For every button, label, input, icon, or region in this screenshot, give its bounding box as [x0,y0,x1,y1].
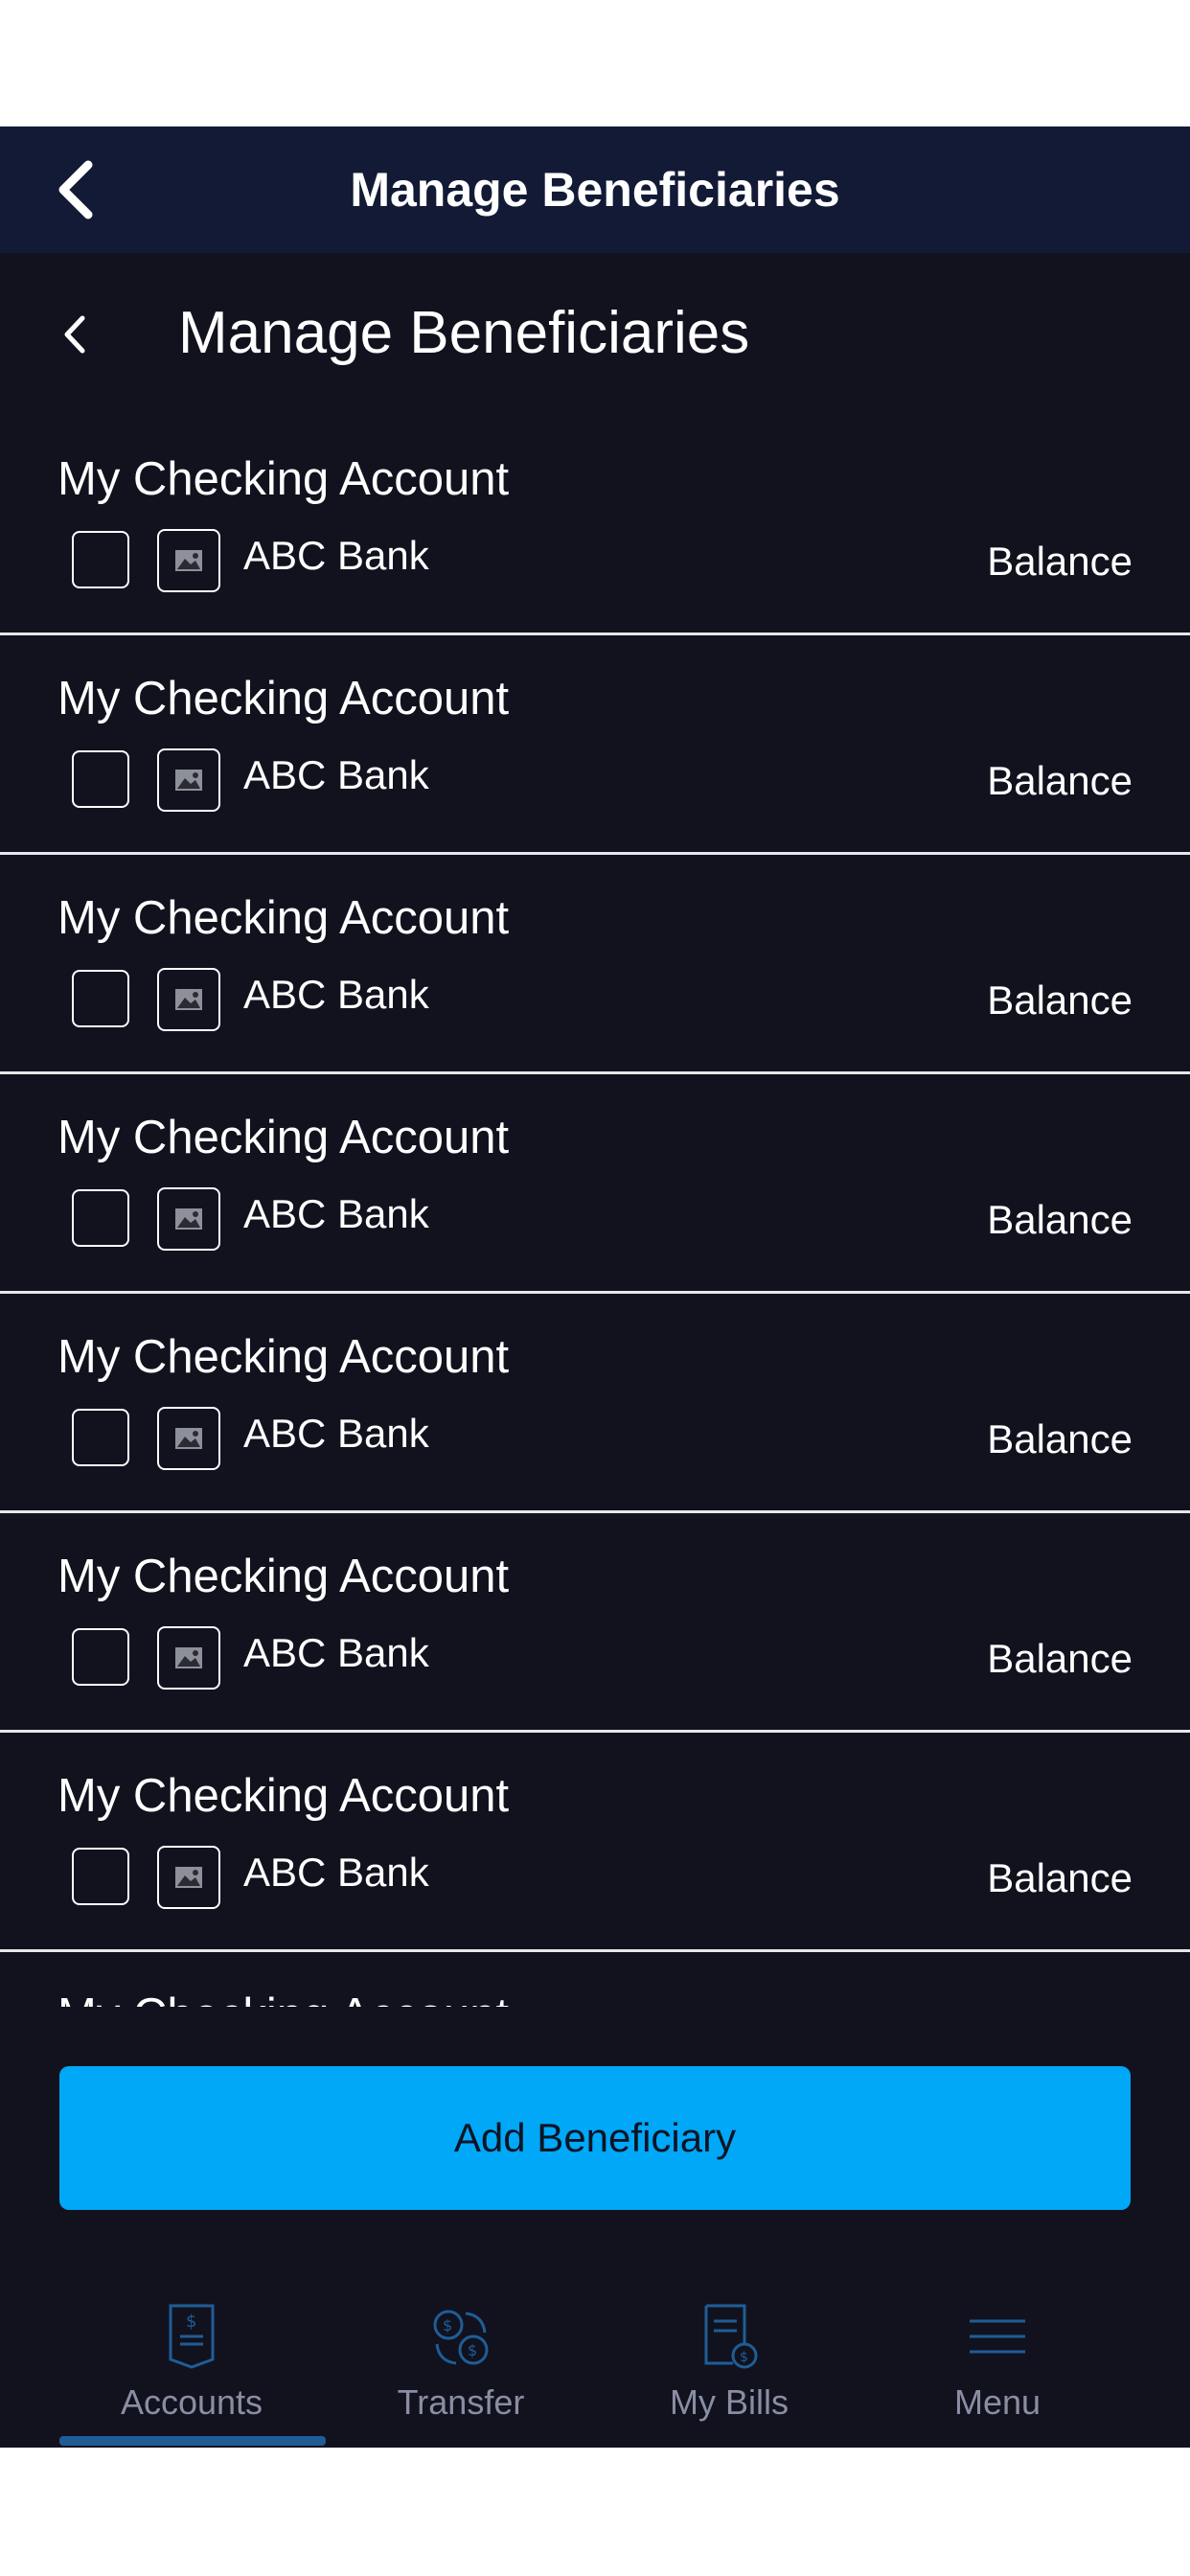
bank-name: ABC Bank [243,1411,429,1456]
status-area [0,0,1190,126]
image-placeholder-icon [157,1407,220,1470]
beneficiary-row[interactable]: My Checking AccountABC BankBalance [0,1952,1190,2007]
beneficiary-row[interactable]: My Checking Account ABC Bank Balance [0,1074,1190,1294]
beneficiary-row[interactable]: My Checking Account ABC Bank Balance [0,1733,1190,1952]
bank-name: ABC Bank [243,533,429,578]
beneficiary-row[interactable]: My Checking Account ABC Bank Balance [0,1294,1190,1513]
tab-transfer[interactable]: $ $ Transfer [346,2302,576,2448]
beneficiary-row[interactable]: My Checking Account ABC Bank Balance [0,635,1190,855]
beneficiary-name: My Checking Account [57,1331,510,1383]
beneficiary-name: My Checking Account [57,673,510,724]
svg-text:$: $ [740,2350,748,2365]
nav-back-button[interactable] [50,157,107,222]
add-beneficiary-button[interactable]: Add Beneficiary [59,2066,1131,2210]
beneficiary-name: My Checking Account [57,1112,510,1163]
tab-accounts-label: Accounts [120,2382,263,2422]
balance-label: Balance [987,978,1133,1023]
select-checkbox[interactable] [72,1409,129,1466]
bottom-tab-bar: $ Accounts $ $ Transfer $ My Bills Menu [0,2302,1190,2448]
tab-my-bills-label: My Bills [670,2382,789,2422]
bank-name: ABC Bank [243,1191,429,1236]
select-checkbox[interactable] [72,1848,129,1905]
tab-my-bills[interactable]: $ My Bills [614,2302,844,2448]
balance-label: Balance [987,1855,1133,1900]
beneficiary-row[interactable]: My Checking Account ABC Bank Balance [0,416,1190,635]
svg-text:$: $ [186,2312,196,2332]
tab-transfer-label: Transfer [397,2382,525,2422]
beneficiary-name: My Checking Account [57,453,510,505]
beneficiary-name: My Checking Account [57,1770,510,1822]
top-nav-bar: Manage Beneficiaries [0,126,1190,253]
transfer-icon: $ $ [433,2310,489,2365]
balance-label: Balance [987,1416,1133,1461]
select-checkbox[interactable] [72,1628,129,1686]
accounts-icon: $ [169,2304,215,2369]
tab-menu-label: Menu [953,2382,1041,2422]
menu-icon [970,2319,1025,2354]
bank-name: ABC Bank [243,972,429,1017]
beneficiary-name: My Checking Account [57,1551,510,1602]
beneficiary-name: My Checking Account [57,1989,509,2007]
beneficiary-list: My Checking Account ABC Bank Balance My Che… [0,416,1190,2007]
image-placeholder-icon [157,1626,220,1690]
bills-icon: $ [704,2304,758,2369]
chevron-left-icon [58,160,93,219]
select-checkbox[interactable] [72,970,129,1027]
page-back-button[interactable] [57,309,92,360]
select-checkbox[interactable] [72,1189,129,1247]
balance-label: Balance [987,1197,1133,1242]
beneficiary-name: My Checking Account [57,892,510,944]
tab-accounts[interactable]: $ Accounts [59,2302,326,2448]
nav-title: Manage Beneficiaries [350,163,840,217]
main-screen: Manage Beneficiaries My Checking Account… [0,253,1190,2448]
svg-text:$: $ [443,2316,452,2334]
home-indicator-area [0,2448,1190,2576]
chevron-left-icon [64,315,85,354]
image-placeholder-icon [157,1187,220,1251]
page-title: Manage Beneficiaries [178,300,750,366]
image-placeholder-icon [157,1846,220,1909]
tab-menu[interactable]: Menu [882,2302,1112,2448]
balance-label: Balance [987,1636,1133,1681]
beneficiary-row[interactable]: My Checking Account ABC Bank Balance [0,855,1190,1074]
page-header: Manage Beneficiaries [0,253,1190,416]
active-tab-indicator [59,2436,326,2446]
balance-label: Balance [987,539,1133,584]
select-checkbox[interactable] [72,750,129,808]
image-placeholder-icon [157,748,220,812]
bank-name: ABC Bank [243,752,429,797]
bank-name: ABC Bank [243,1630,429,1675]
bank-name: ABC Bank [243,1850,429,1895]
svg-text:$: $ [468,2341,477,2359]
image-placeholder-icon [157,968,220,1031]
select-checkbox[interactable] [72,531,129,588]
image-placeholder-icon [157,529,220,592]
beneficiary-row[interactable]: My Checking Account ABC Bank Balance [0,1513,1190,1733]
balance-label: Balance [987,758,1133,803]
